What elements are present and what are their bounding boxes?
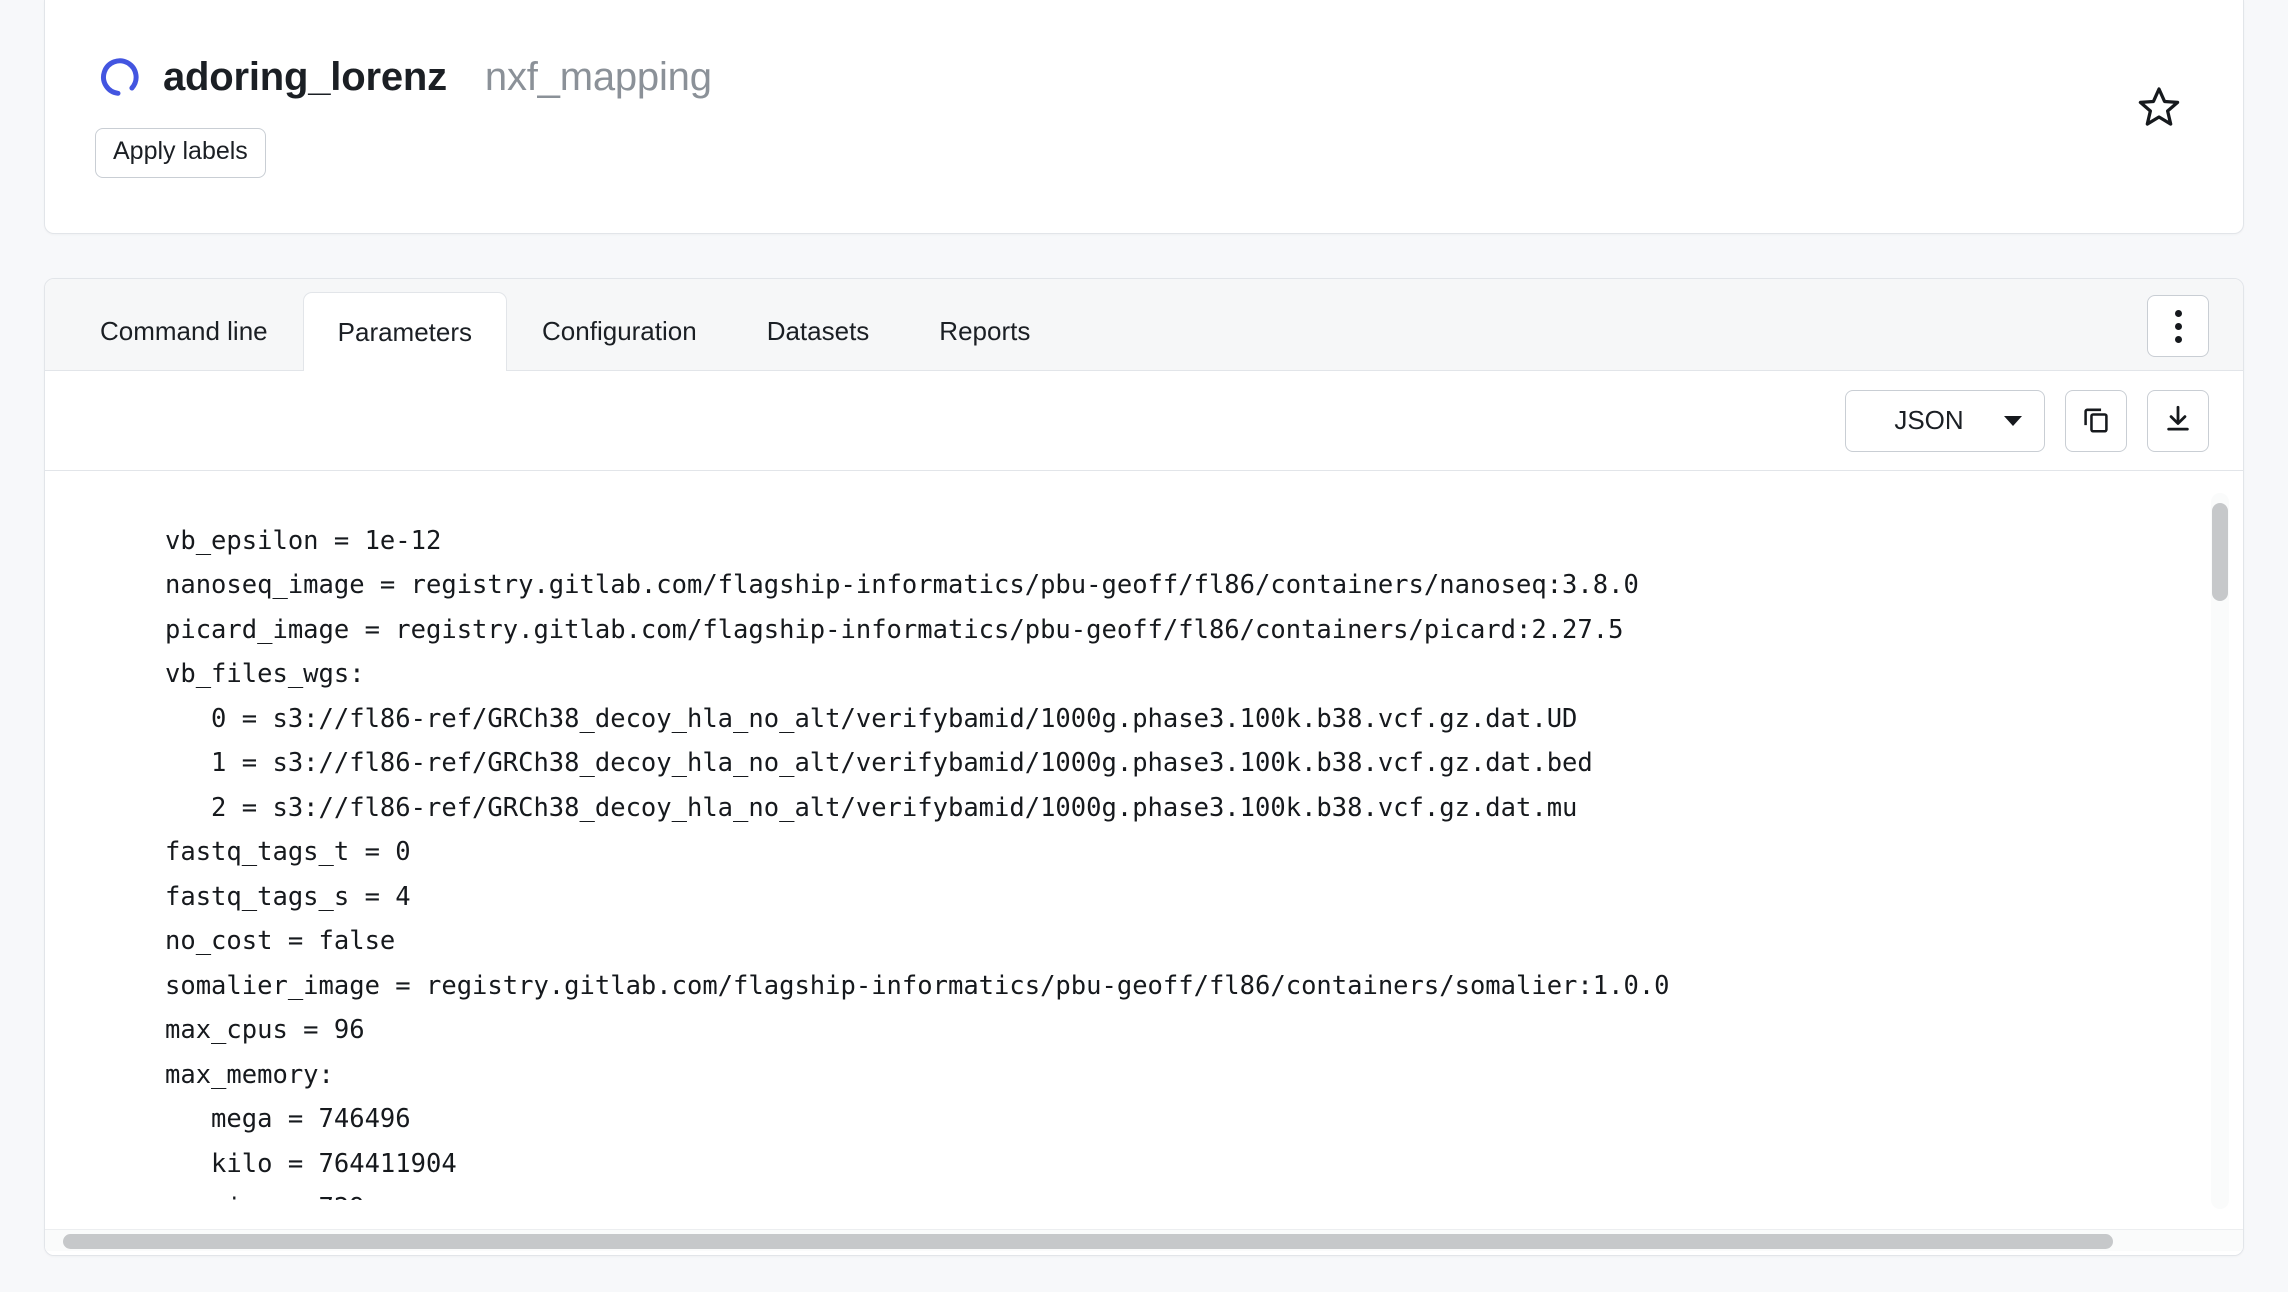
param-line: max_memory: (165, 1059, 334, 1090)
pipeline-name: nxf_mapping (484, 55, 712, 99)
vertical-scrollbar-thumb[interactable] (2212, 503, 2228, 601)
param-line: kilo = 764411904 (165, 1148, 457, 1179)
copy-button[interactable] (2065, 389, 2127, 452)
tab-configuration[interactable]: Configuration (507, 292, 732, 370)
run-name: adoring_lorenz (163, 55, 447, 99)
vertical-scrollbar[interactable] (2211, 493, 2229, 1209)
param-line: nanoseq_image = registry.gitlab.com/flag… (165, 570, 1639, 600)
kebab-menu-icon-dot2 (2174, 322, 2182, 330)
details-card: Command line Parameters Configuration Da… (44, 278, 2244, 1256)
format-select-value: JSON (1894, 405, 1964, 435)
param-line: no_cost = false (165, 926, 396, 956)
parameters-text: vb_epsilon = 1e-12 nanoseq_image = regist… (45, 519, 2209, 1200)
download-icon (2162, 403, 2194, 438)
param-line: somalier_image = registry.gitlab.com/fla… (165, 970, 1670, 1001)
param-line: 0 = s3://fl86-ref/GRCh38_decoy_hla_no_al… (165, 703, 1578, 734)
param-line: 2 = s3://fl86-ref/GRCh38_decoy_hla_no_al… (165, 792, 1578, 823)
page-root: adoring_lorenz nxf_mapping Apply labels … (0, 0, 2288, 1292)
kebab-menu-icon-dot3 (2174, 335, 2182, 343)
param-line: giga = 729 (165, 1186, 2209, 1200)
param-line: 1 = s3://fl86-ref/GRCh38_decoy_hla_no_al… (165, 748, 1593, 778)
star-outline-icon (2136, 84, 2182, 133)
tab-parameters[interactable]: Parameters (302, 292, 508, 371)
kebab-menu-button[interactable] (2147, 295, 2209, 357)
tab-bar: Command line Parameters Configuration Da… (45, 279, 2243, 371)
tab-command-line[interactable]: Command line (65, 292, 303, 370)
apply-labels-button[interactable]: Apply labels (95, 128, 266, 178)
kebab-menu-icon (2174, 309, 2182, 317)
tab-datasets[interactable]: Datasets (732, 292, 905, 370)
format-select[interactable]: JSON (1845, 389, 2045, 452)
copy-icon (2080, 403, 2112, 438)
param-line: max_cpus = 96 (165, 1015, 365, 1045)
param-line: mega = 746496 (165, 1104, 411, 1134)
tab-reports[interactable]: Reports (904, 292, 1065, 370)
download-button[interactable] (2147, 389, 2209, 452)
run-header-content: adoring_lorenz nxf_mapping Apply labels (95, 46, 2203, 178)
horizontal-scrollbar[interactable] (45, 1229, 2243, 1251)
horizontal-scrollbar-thumb[interactable] (63, 1234, 2113, 1249)
run-header-card: adoring_lorenz nxf_mapping Apply labels (44, 0, 2244, 234)
content-toolbar: JSON (45, 371, 2243, 471)
chevron-down-icon (2004, 415, 2022, 426)
run-title-row: adoring_lorenz nxf_mapping (95, 46, 2203, 108)
star-button[interactable] (2133, 82, 2185, 134)
param-line: fastq_tags_s = 4 (165, 881, 411, 912)
param-line: vb_epsilon = 1e-12 (165, 525, 442, 556)
param-line: fastq_tags_t = 0 (165, 837, 411, 867)
param-line: picard_image = registry.gitlab.com/flags… (165, 614, 1624, 645)
param-line: vb_files_wgs: (165, 659, 365, 689)
parameters-output-panel: vb_epsilon = 1e-12 nanoseq_image = regist… (45, 471, 2243, 1255)
spinner-icon (95, 54, 141, 100)
